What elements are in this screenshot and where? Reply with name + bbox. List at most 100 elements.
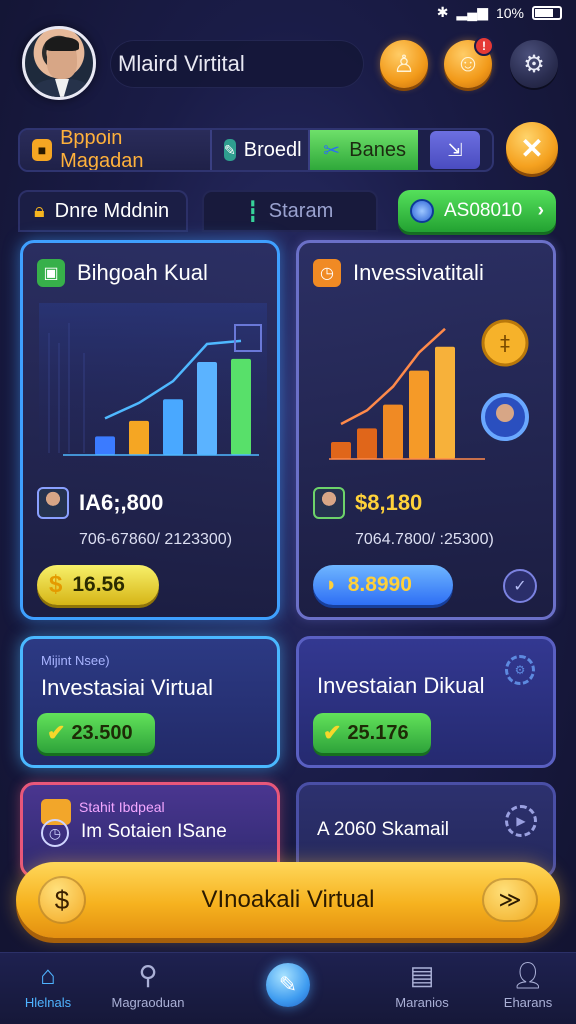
chart-bar	[357, 428, 377, 459]
brush-icon: ✎	[224, 139, 236, 161]
card-range: 706-67860/ 2123300)	[79, 531, 233, 548]
nav-label: Magraoduan	[111, 995, 185, 1010]
username: Mlaird Virtital	[118, 51, 245, 76]
banana-icon: ◗	[325, 573, 338, 596]
tab-label: Broedl	[243, 138, 302, 161]
mid-value-button[interactable]: ✔ 23.500	[37, 713, 155, 753]
chart-bar	[129, 420, 149, 455]
value-text: 16.56	[72, 573, 125, 596]
home-icon: ■	[32, 139, 53, 161]
gear-icon[interactable]: ⚙	[505, 655, 535, 685]
nav-inbox[interactable]: ▤ Maranios	[372, 961, 472, 1010]
nav-label: Maranios	[395, 995, 449, 1010]
card-title: Invessivatitali	[353, 260, 484, 285]
card-amount: IA6;,800	[79, 490, 164, 515]
mid-card-1[interactable]: Mijint Nsee) Investasiai Virtual ✔ 23.50…	[20, 636, 280, 768]
investor-avatar	[37, 487, 69, 519]
bar-chart-1	[39, 303, 267, 473]
mid-caption: Mijint Nsee)	[41, 653, 110, 668]
profile-icon: 👤︎	[511, 960, 545, 990]
tab-bar: ■ Bppoin Magadan ✎ Broedl ✂ Banes ⇲	[18, 128, 494, 172]
coin-icon	[410, 199, 434, 223]
svg-text:‡: ‡	[500, 331, 510, 355]
cta-label: VInoakali Virtual	[201, 886, 375, 913]
nav-label: Eharans	[503, 995, 553, 1010]
clock-icon: ◷	[313, 259, 341, 287]
tab-broedl[interactable]: ✎ Broedl	[212, 130, 310, 170]
low-title: Im Sotaien ISane	[81, 821, 227, 842]
portfolio-icon: ▣	[37, 259, 65, 287]
main-cta-button[interactable]: $ VInoakali Virtual ≫	[16, 862, 560, 938]
tools-icon: ✂	[323, 139, 341, 162]
mid-title: Investaian Dikual	[317, 673, 485, 698]
low-title: A 2060 Skamail	[317, 819, 450, 840]
investment-card-1[interactable]: ▣ Bihgoah Kual IA6;,800 706-67860/ 21233…	[20, 240, 280, 620]
mid-value-button[interactable]: ✔ 25.176	[313, 713, 431, 753]
username-pill[interactable]: Mlaird Virtital	[110, 40, 364, 88]
nav-profile[interactable]: 👤︎ Eharans	[478, 961, 576, 1010]
balance-value: AS08010	[444, 200, 523, 221]
user-button[interactable]: ♙	[380, 40, 428, 88]
tab-middle[interactable]: ┇ Staram	[202, 190, 378, 232]
mid-value: 25.176	[347, 721, 409, 744]
arrow-icon: ≫	[482, 878, 538, 922]
nav-search[interactable]: ⚲ Magraoduan	[98, 961, 198, 1010]
balance-button[interactable]: AS08010 ›	[398, 190, 556, 232]
close-button[interactable]: ✕	[506, 122, 558, 174]
tab-bppoin-magadan[interactable]: ■ Bppoin Magadan	[20, 130, 212, 170]
chart-bar	[331, 442, 351, 459]
inbox-icon: ▤	[409, 960, 435, 990]
avatar[interactable]	[22, 26, 96, 100]
bottom-nav: ⌂ Hlelnals ⚲ Magraoduan ✎ ▤ Maranios 👤︎ …	[0, 952, 576, 1024]
dollar-icon: $	[49, 571, 63, 598]
search-icon: ⚲	[138, 960, 158, 990]
chart-bar	[435, 346, 455, 459]
check-icon: ✔	[323, 720, 342, 745]
feather-icon: ✎	[278, 972, 298, 997]
settings-button[interactable]: ⚙	[510, 40, 558, 88]
tab-chart[interactable]: ⇲	[418, 130, 492, 170]
tab-label: Banes	[349, 138, 406, 161]
bar-chart-2: ‡	[329, 319, 529, 460]
chart-bar	[163, 399, 183, 455]
investor-avatar	[313, 487, 345, 519]
low-caption: Stahit Ibdpeal	[79, 799, 165, 815]
chart-bar	[95, 436, 115, 455]
check-icon: ✔	[47, 720, 66, 745]
nav-home[interactable]: ⌂ Hlelnals	[0, 961, 98, 1010]
chart-bar	[231, 358, 251, 455]
card-range: 7064.7800/ :25300)	[355, 531, 494, 548]
value-button-1[interactable]: $ 16.56	[37, 565, 159, 605]
mid-value: 23.500	[71, 721, 133, 744]
money-icon: $	[38, 876, 86, 924]
battery-icon	[532, 5, 562, 20]
bluetooth-icon: ✱	[436, 4, 449, 20]
investment-card-2[interactable]: ◷ Invessivatitali ‡ $8,180 7064.7800/ :2…	[296, 240, 556, 620]
value-button-2[interactable]: ◗ 8.8990	[313, 565, 453, 605]
tab-banes[interactable]: ✂ Banes	[310, 130, 418, 170]
battery-text: 10%	[495, 4, 524, 21]
tab-left[interactable]: 🔒︎ Dnre Mddnin	[18, 190, 188, 232]
tab-middle-label: Staram	[268, 199, 334, 222]
nav-center-button[interactable]: ✎	[266, 963, 310, 1007]
chart-bar	[409, 370, 429, 459]
notification-icon: ☺	[455, 50, 481, 77]
mid-card-2[interactable]: Investaian Dikual ⚙ ✔ 25.176	[296, 636, 556, 768]
card-title: Bihgoah Kual	[77, 260, 208, 285]
value-text: 8.8990	[347, 573, 412, 596]
gear-icon[interactable]: ▶	[505, 805, 537, 837]
notification-button[interactable]: ☺ !	[444, 36, 494, 88]
check-icon[interactable]: ✓	[503, 569, 537, 603]
signal-icon: ▂▄▆	[456, 4, 488, 20]
mid-title: Investasiai Virtual	[41, 675, 214, 700]
chart-bar	[383, 404, 403, 459]
nav-label: Hlelnals	[24, 995, 72, 1010]
status-bar: ✱ ▂▄▆ 10%	[0, 0, 576, 26]
chart-bar	[197, 362, 217, 455]
chevron-right-icon: ›	[537, 200, 544, 221]
clock-icon: ◷	[41, 819, 69, 847]
tab-label: Bppoin Magadan	[60, 128, 144, 172]
card-amount: $8,180	[355, 490, 423, 515]
close-icon: ✕	[520, 132, 544, 164]
tab-left-label: Dnre Mddnin	[54, 199, 170, 222]
